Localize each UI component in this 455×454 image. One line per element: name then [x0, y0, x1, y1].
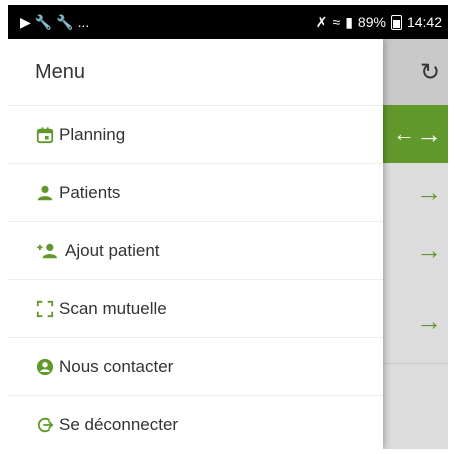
arrow-right-icon[interactable]: →	[416, 221, 442, 279]
status-bar: ▶ 🔧 🔧 ... ✗ ≈ ▮ 89% 14:42	[8, 5, 448, 39]
menu-item-ajout-patient[interactable]: Ajout patient	[8, 221, 383, 279]
navigation-drawer: Menu Planning Patients Ajout patient Sca…	[8, 39, 383, 449]
battery-icon	[390, 14, 402, 30]
calendar-icon	[35, 125, 55, 145]
wifi-icon: ≈	[332, 14, 341, 30]
arrow-right-icon[interactable]: →	[416, 163, 442, 221]
logout-icon	[35, 415, 55, 435]
status-right: ✗ ≈ ▮ 89% 14:42	[316, 14, 448, 31]
drawer-title: Menu	[35, 61, 86, 83]
menu-item-label: Se déconnecter	[59, 414, 179, 434]
user-icon	[35, 183, 55, 203]
menu-item-planning[interactable]: Planning	[8, 105, 383, 163]
signal-icon: ▮	[345, 13, 353, 30]
account-circle-icon	[35, 357, 55, 377]
menu-item-se-deconnecter[interactable]: Se déconnecter	[8, 395, 383, 449]
wrench-icon: 🔧	[56, 13, 74, 30]
menu-item-label: Planning	[59, 124, 126, 144]
menu-item-label: Ajout patient	[65, 240, 160, 260]
menu-item-label: Nous contacter	[59, 356, 174, 376]
wrench-icon: 🔧	[34, 13, 53, 30]
mute-icon: ✗	[315, 13, 328, 30]
menu-item-label: Scan mutuelle	[59, 298, 167, 318]
arrow-left-icon: ←	[393, 121, 415, 146]
battery-percent: 89%	[357, 14, 386, 30]
clock: 14:42	[406, 14, 442, 30]
scan-icon	[35, 299, 55, 319]
status-left-icons: ▶ 🔧 🔧 ...	[8, 14, 89, 31]
phone-screen: ▶ 🔧 🔧 ... ✗ ≈ ▮ 89% 14:42 ↻ ← → → → → Me…	[8, 5, 448, 449]
arrow-right-icon[interactable]: →	[416, 279, 442, 363]
sync-icon[interactable]: ↻	[416, 59, 444, 87]
menu-item-label: Patients	[59, 182, 121, 202]
menu-item-scan-mutuelle[interactable]: Scan mutuelle	[8, 279, 383, 337]
menu-item-patients[interactable]: Patients	[8, 163, 383, 221]
arrow-right-icon[interactable]: →	[416, 105, 442, 163]
notification-icon: ▶	[20, 13, 31, 30]
status-ellipsis: ...	[77, 14, 90, 30]
menu-item-nous-contacter[interactable]: Nous contacter	[8, 337, 383, 395]
user-add-icon	[35, 241, 61, 261]
